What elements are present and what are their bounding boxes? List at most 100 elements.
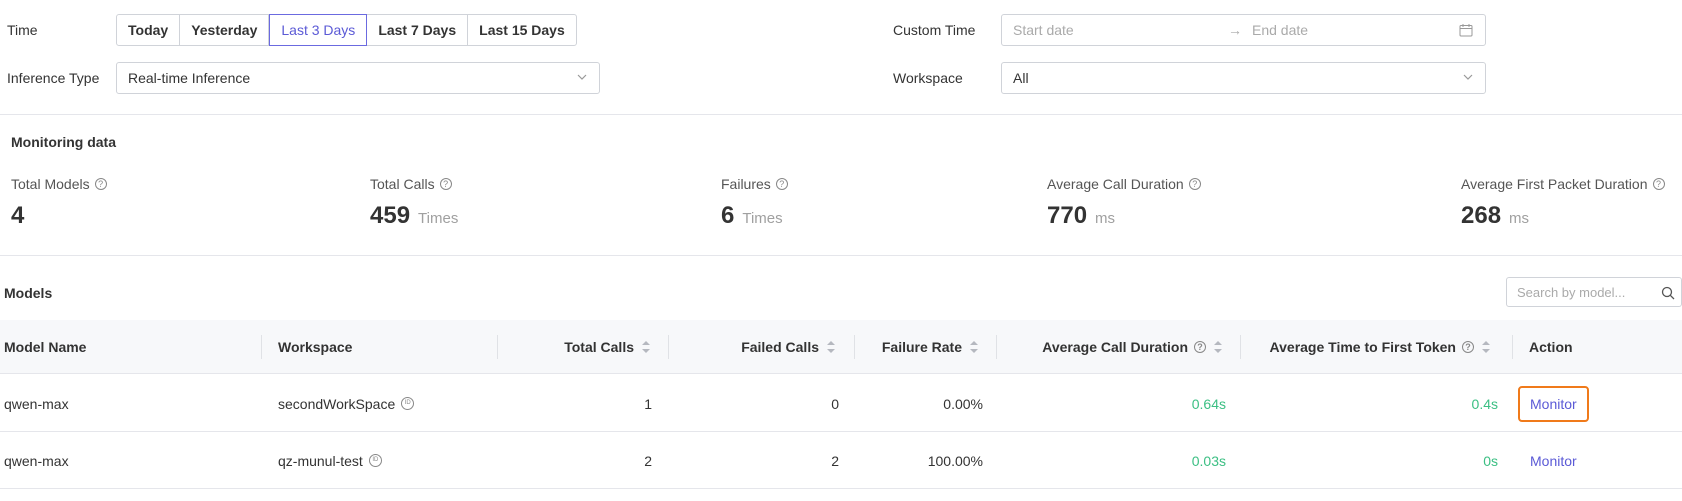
search-icon[interactable] — [1661, 286, 1675, 300]
workspace-name: qz-munul-test — [278, 452, 363, 469]
stats-divider — [0, 255, 1682, 256]
col-model-name: Model Name — [4, 339, 87, 355]
time-option-last-3-days[interactable]: Last 3 Days — [269, 14, 368, 46]
models-title: Models — [4, 285, 53, 301]
filters-divider — [0, 114, 1682, 115]
stat-avg-call-duration-value: 770 ms — [1047, 202, 1115, 230]
col-title: Total Calls — [564, 339, 634, 355]
stat-unit: ms — [1509, 210, 1530, 227]
sort-icon[interactable] — [1214, 341, 1222, 353]
help-icon[interactable]: ? — [1194, 341, 1206, 353]
workspace-select-value: All — [1013, 70, 1029, 86]
cell-failed-calls: 0 — [831, 395, 839, 412]
search-input[interactable]: Search by model... — [1517, 285, 1625, 300]
col-failure-rate[interactable]: Failure Rate — [860, 320, 978, 374]
stat-unit: ms — [1095, 210, 1116, 227]
cell-average-time-to-first-token: 0.4s — [1471, 395, 1498, 412]
column-divider — [854, 335, 855, 359]
col-action: Action — [1529, 339, 1573, 355]
stat-avg-first-packet-value: 268 ms — [1461, 202, 1529, 230]
start-date-input[interactable]: Start date — [1013, 22, 1074, 38]
stat-number: 770 — [1047, 202, 1088, 229]
help-icon[interactable]: ? — [775, 178, 788, 190]
cell-total-calls: 2 — [644, 452, 652, 469]
inference-type-label: Inference Type — [7, 70, 100, 86]
workspace-name: secondWorkSpace — [278, 395, 396, 412]
stat-unit: Times — [418, 210, 459, 227]
stat-failures-label: Failures? — [721, 176, 788, 192]
inference-type-select[interactable]: Real-time Inference — [116, 62, 600, 94]
time-option-yesterday[interactable]: Yesterday — [180, 15, 270, 45]
time-option-last-7-days[interactable]: Last 7 Days — [367, 15, 469, 45]
workspace-filter-label: Workspace — [893, 70, 963, 86]
date-range-picker[interactable]: Start date → End date — [1001, 14, 1486, 46]
table-header: Model Name Workspace Total Calls Failed … — [0, 320, 1682, 374]
help-icon[interactable]: ? — [1652, 178, 1665, 190]
stat-label-text: Average Call Duration — [1047, 176, 1184, 192]
cell-average-call-duration: 0.64s — [1191, 395, 1226, 412]
cell-failed-calls: 2 — [831, 452, 839, 469]
range-arrow: → — [1228, 22, 1242, 38]
column-divider — [1240, 335, 1241, 359]
help-icon[interactable]: ? — [1462, 341, 1474, 353]
stat-number: 4 — [11, 202, 25, 229]
cell-average-call-duration: 0.03s — [1191, 452, 1226, 469]
col-total-calls[interactable]: Total Calls — [500, 320, 650, 374]
chevron-down-icon — [577, 74, 587, 80]
stat-avg-call-duration-label: Average Call Duration? — [1047, 176, 1201, 192]
sort-icon[interactable] — [970, 341, 978, 353]
help-icon[interactable]: ? — [439, 178, 452, 190]
column-divider — [497, 335, 498, 359]
stat-label-text: Average First Packet Duration — [1461, 176, 1648, 192]
end-date-input[interactable]: End date — [1252, 22, 1308, 38]
col-title: Failure Rate — [881, 339, 962, 355]
model-search-box[interactable]: Search by model... — [1506, 277, 1682, 307]
stat-total-models-value: 4 — [11, 202, 24, 230]
time-option-last-15-days[interactable]: Last 15 Days — [468, 15, 576, 45]
table-row: qwen-max secondWorkSpace ID 1 0 0.00% 0.6… — [0, 375, 1682, 432]
col-average-call-duration[interactable]: Average Call Duration? — [1000, 320, 1222, 374]
cell-action: Monitor — [1518, 375, 1589, 432]
cell-action: Monitor — [1530, 432, 1577, 489]
cell-model-name: qwen-max — [4, 395, 69, 412]
stat-total-calls-value: 459 Times — [370, 202, 458, 230]
stat-total-models-label: Total Models? — [11, 176, 107, 192]
cell-total-calls: 1 — [644, 395, 652, 412]
monitoring-title: Monitoring data — [11, 134, 116, 150]
stat-label-text: Total Calls — [370, 176, 435, 192]
stat-number: 6 — [721, 202, 735, 229]
col-failed-calls[interactable]: Failed Calls — [680, 320, 835, 374]
stat-total-calls-label: Total Calls? — [370, 176, 452, 192]
monitor-link[interactable]: Monitor — [1530, 453, 1577, 469]
chevron-down-icon — [1463, 74, 1473, 80]
col-title: Average Call Duration — [1042, 339, 1188, 355]
workspace-select[interactable]: All — [1001, 62, 1486, 94]
col-title: Failed Calls — [741, 339, 819, 355]
col-average-time-to-first-token[interactable]: Average Time to First Token? — [1245, 320, 1490, 374]
table-row: qwen-max qz-munul-test ID 2 2 100.00% 0.0… — [0, 432, 1682, 489]
sort-icon[interactable] — [642, 341, 650, 353]
stat-unit: Times — [742, 210, 783, 227]
sort-icon[interactable] — [1482, 341, 1490, 353]
column-divider — [1512, 335, 1513, 359]
help-icon[interactable]: ? — [94, 178, 107, 190]
sort-icon[interactable] — [827, 341, 835, 353]
inference-type-value: Real-time Inference — [128, 70, 251, 86]
time-option-today[interactable]: Today — [117, 15, 181, 45]
stat-label-text: Total Models — [11, 176, 90, 192]
stat-avg-first-packet-label: Average First Packet Duration? — [1461, 176, 1665, 192]
column-divider — [668, 335, 669, 359]
help-icon[interactable]: ? — [1188, 178, 1201, 190]
stat-number: 268 — [1461, 202, 1502, 229]
time-label: Time — [7, 22, 38, 38]
col-workspace: Workspace — [278, 339, 353, 355]
time-range-selector: Today Yesterday Last 3 Days Last 7 Days … — [116, 14, 577, 46]
id-icon[interactable]: ID — [401, 397, 415, 410]
cell-model-name: qwen-max — [4, 452, 69, 469]
column-divider — [261, 335, 262, 359]
calendar-icon — [1459, 24, 1473, 37]
id-icon[interactable]: ID — [368, 454, 382, 467]
cell-failure-rate: 100.00% — [927, 452, 983, 469]
monitor-link[interactable]: Monitor — [1518, 385, 1589, 422]
cell-average-time-to-first-token: 0s — [1483, 452, 1498, 469]
